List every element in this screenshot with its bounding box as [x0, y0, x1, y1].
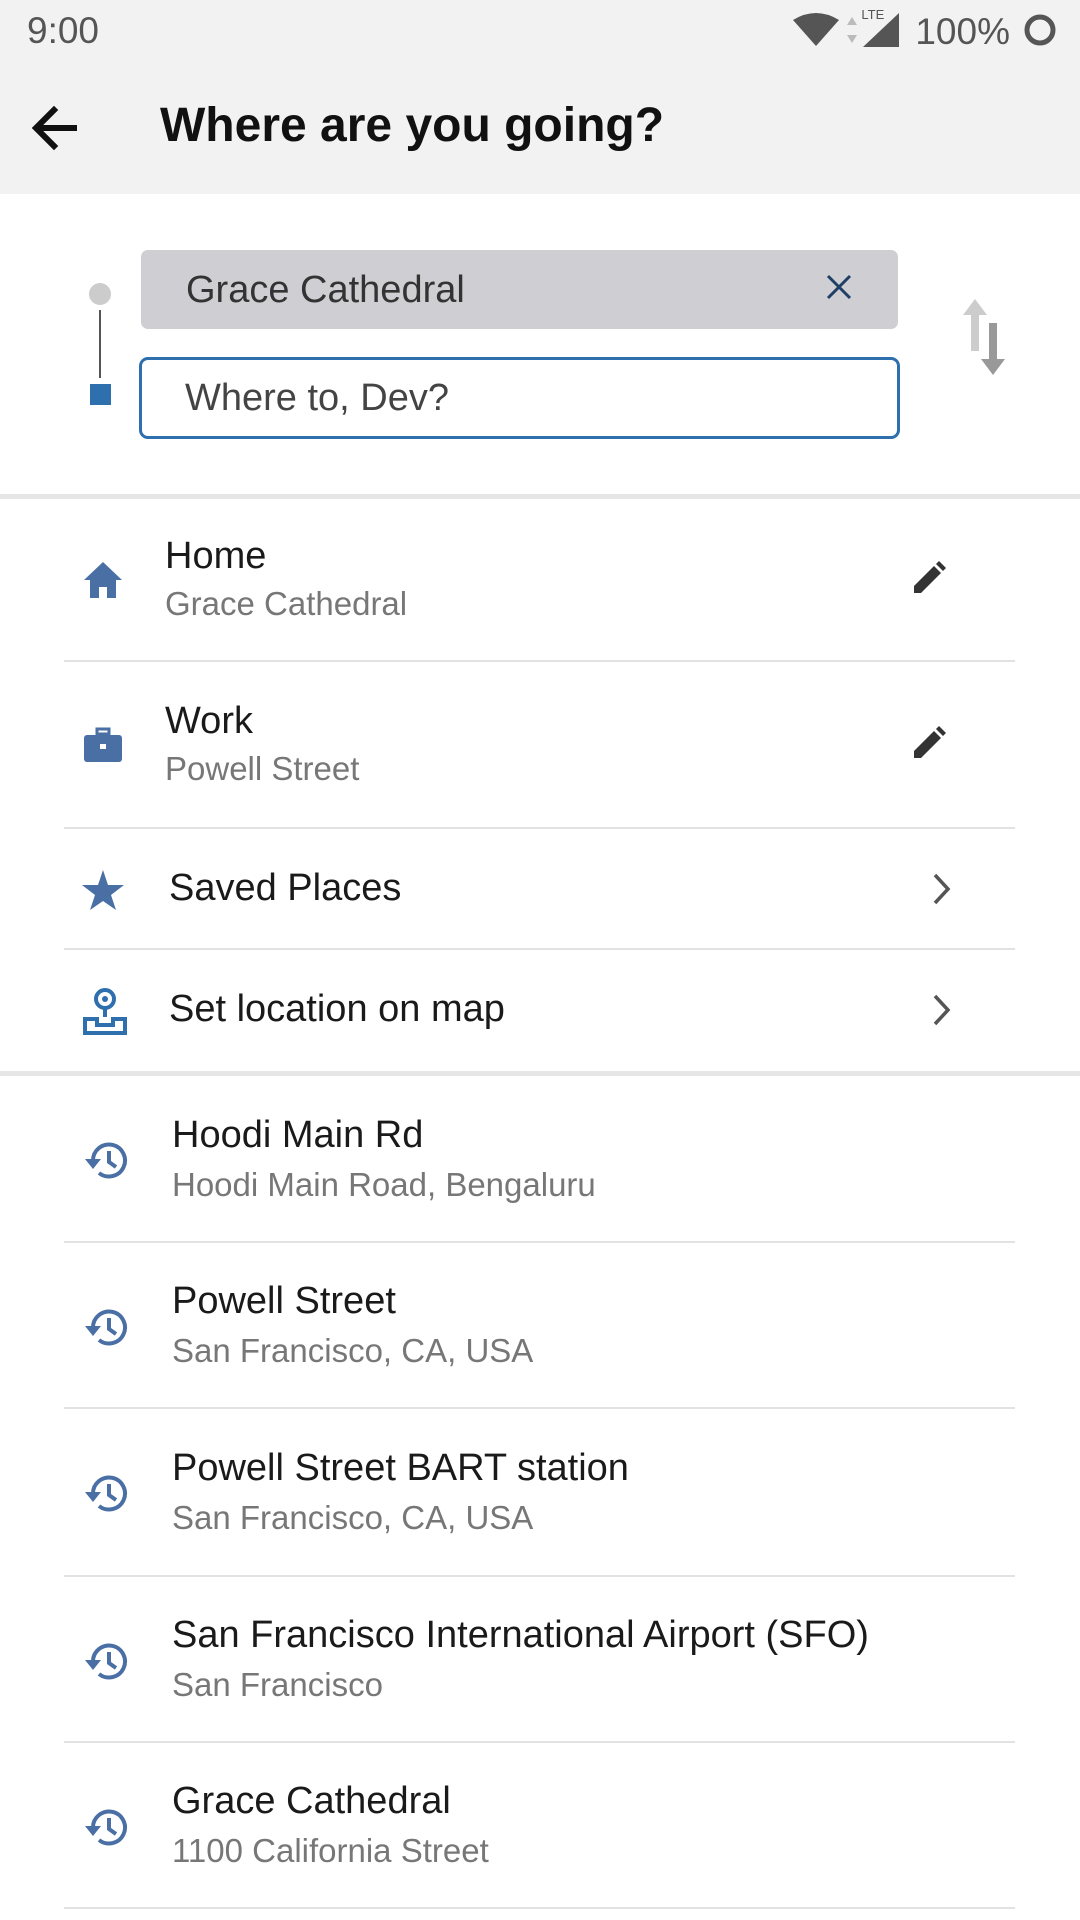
recent-item[interactable]: Powell Street San Francisco, CA, USA — [0, 1243, 1080, 1407]
signal-icon: LTE — [861, 7, 901, 54]
destination-square-icon — [90, 384, 111, 405]
recent-subtitle: San Francisco, CA, USA — [172, 1499, 534, 1536]
clear-pickup-button[interactable] — [820, 270, 858, 308]
shortcut-saved-places[interactable]: Saved Places — [0, 829, 1080, 948]
wifi-icon — [791, 12, 841, 53]
destination-input[interactable] — [139, 357, 900, 439]
chevron-right-icon — [924, 990, 960, 1030]
recent-subtitle: 1100 California Street — [172, 1832, 489, 1869]
edit-icon — [914, 561, 946, 593]
battery-icon — [1022, 12, 1058, 53]
edit-work-button[interactable] — [904, 720, 952, 768]
status-time: 9:00 — [27, 10, 100, 51]
shortcut-title: Work — [165, 700, 253, 742]
history-icon — [82, 1805, 132, 1851]
recent-subtitle: San Francisco, CA, USA — [172, 1332, 534, 1369]
chevron-right-icon — [924, 869, 960, 909]
swap-route-button[interactable] — [952, 294, 1016, 384]
shortcut-subtitle: Powell Street — [165, 750, 360, 787]
recent-item[interactable]: San Francisco International Airport (SFO… — [0, 1577, 1080, 1741]
history-icon — [82, 1639, 132, 1685]
recent-title: San Francisco International Airport (SFO… — [172, 1614, 869, 1656]
star-icon — [80, 867, 126, 913]
row-separator — [64, 1907, 1015, 1909]
history-icon — [82, 1471, 132, 1517]
status-bar: 9:00 LTE 100% — [0, 0, 1080, 64]
back-button[interactable] — [18, 94, 90, 166]
arrow-left-icon — [30, 104, 78, 157]
data-arrows-icon — [845, 15, 859, 50]
battery-percent: 100% — [915, 11, 1010, 52]
shortcut-set-location-on-map[interactable]: Set location on map — [0, 950, 1080, 1071]
recent-title: Powell Street BART station — [172, 1447, 629, 1489]
pickup-dot-icon — [89, 283, 111, 305]
route-section: Grace Cathedral — [0, 194, 1080, 494]
recent-item[interactable]: Powell Street BART station San Francisco… — [0, 1409, 1080, 1575]
shortcut-title: Set location on map — [169, 988, 505, 1030]
edit-icon — [914, 726, 946, 758]
shortcut-title: Saved Places — [169, 867, 402, 909]
recent-subtitle: San Francisco — [172, 1666, 383, 1703]
home-icon — [80, 557, 126, 603]
history-icon — [82, 1138, 132, 1184]
recent-item[interactable]: Hoodi Main Rd Hoodi Main Road, Bengaluru — [0, 1076, 1080, 1241]
page-title: Where are you going? — [160, 99, 665, 152]
recent-title: Powell Street — [172, 1280, 396, 1322]
recent-title: Grace Cathedral — [172, 1780, 451, 1822]
shortcut-work[interactable]: Work Powell Street — [0, 662, 1080, 827]
recent-item[interactable]: Grace Cathedral 1100 California Street — [0, 1743, 1080, 1907]
history-icon — [82, 1305, 132, 1351]
shortcut-home[interactable]: Home Grace Cathedral — [0, 499, 1080, 660]
shortcut-subtitle: Grace Cathedral — [165, 585, 408, 622]
shortcut-title: Home — [165, 535, 267, 577]
swap-arrows-icon — [959, 295, 1009, 384]
app-bar: Where are you going? — [0, 64, 1080, 194]
map-pin-person-icon — [80, 986, 130, 1036]
pickup-value: Grace Cathedral — [186, 269, 465, 311]
recent-title: Hoodi Main Rd — [172, 1114, 424, 1156]
edit-home-button[interactable] — [904, 555, 952, 603]
network-type-label: LTE — [861, 6, 885, 22]
close-icon — [825, 273, 853, 306]
status-icons: LTE 100% — [791, 7, 1058, 54]
briefcase-icon — [80, 722, 126, 768]
pickup-field[interactable]: Grace Cathedral — [141, 250, 898, 329]
route-connector-line — [99, 310, 101, 378]
recent-subtitle: Hoodi Main Road, Bengaluru — [172, 1166, 596, 1203]
